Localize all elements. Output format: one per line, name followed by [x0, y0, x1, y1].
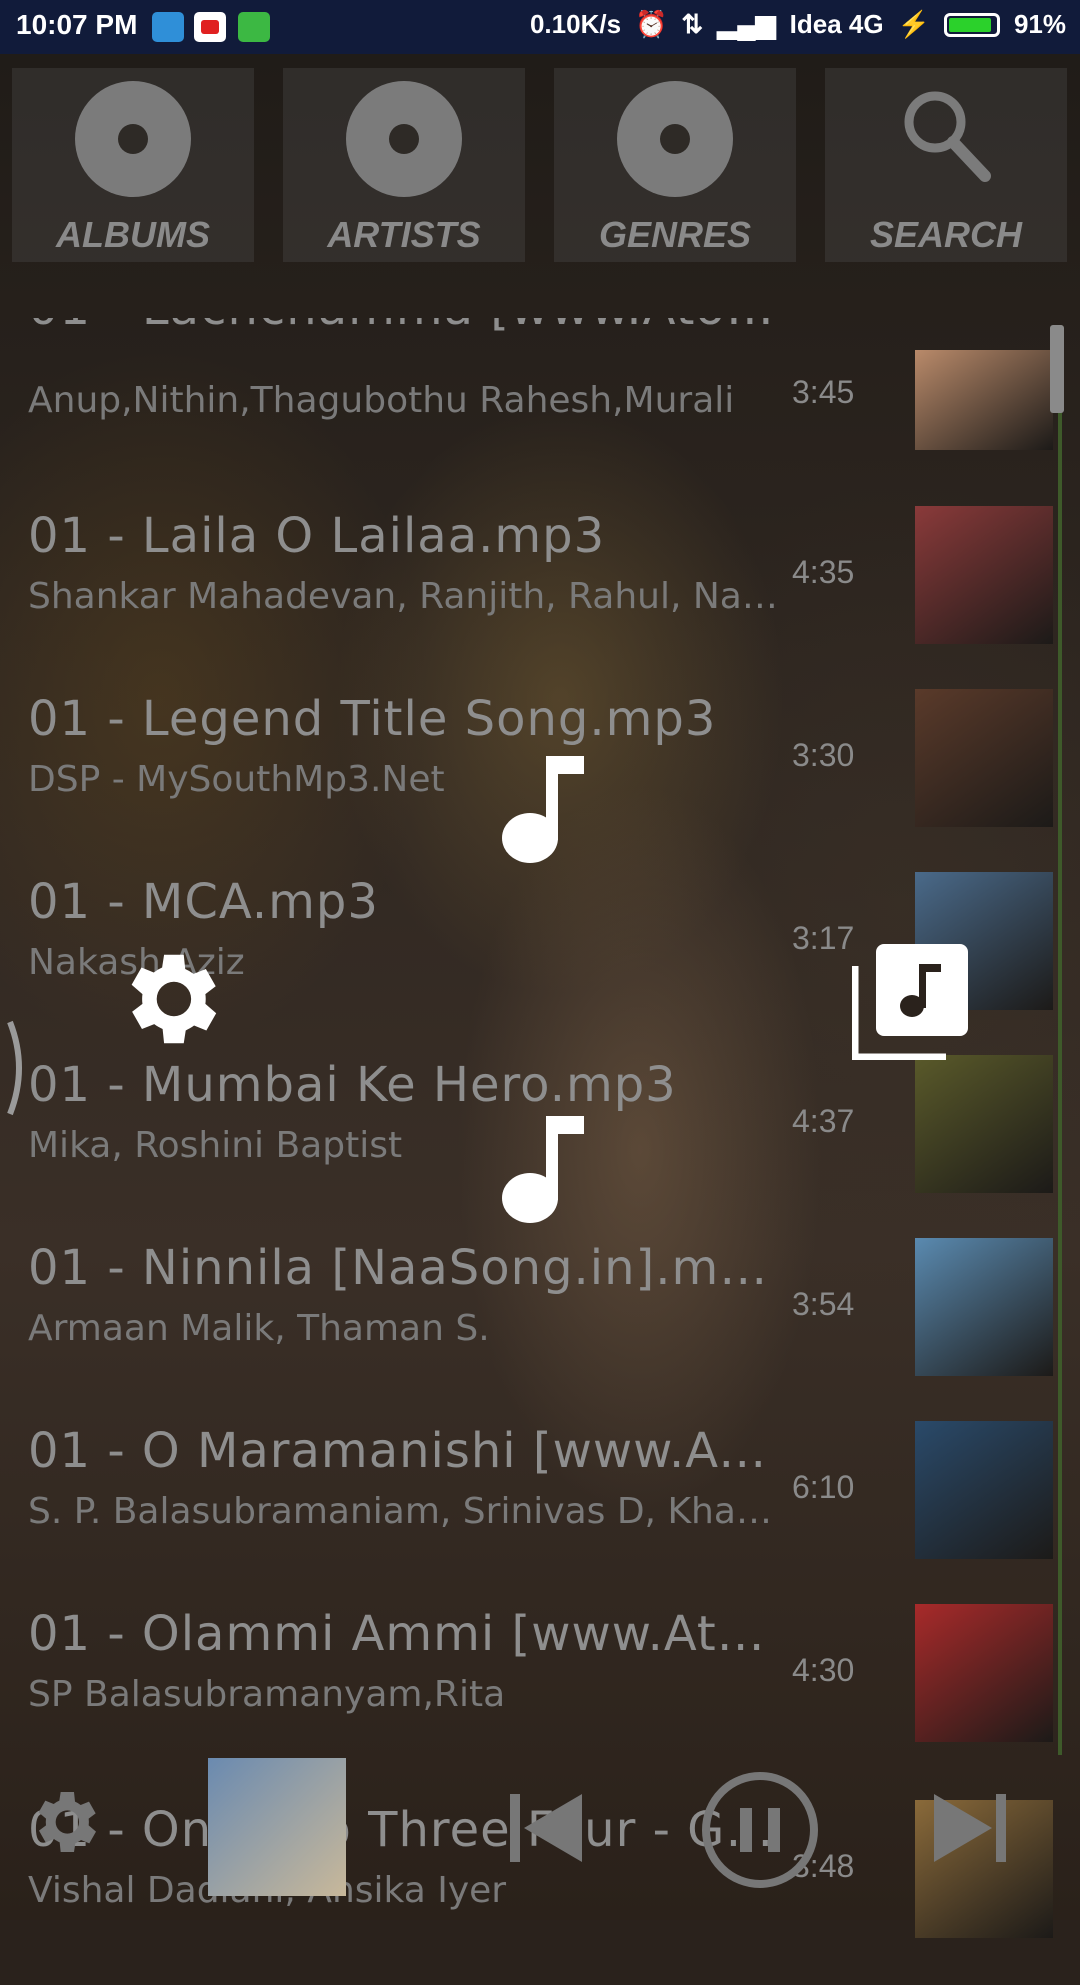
genres-tab[interactable]: GENRES [554, 68, 796, 262]
song-item[interactable]: 01 - Ninnila [NaaSong.in].mp3 Armaan Mal… [0, 1238, 1060, 1423]
song-artist: SP Balasubramanyam,Rita [28, 1674, 506, 1715]
song-artist: Mika, Roshini Baptist [28, 1125, 403, 1166]
mini-player: 01 - One Two Three Four - Get... Vishal … [0, 1758, 1080, 1938]
song-artist: DSP - MySouthMp3.Net [28, 759, 445, 800]
alarm-icon: ⏰ [635, 9, 668, 39]
top-navigation: ALBUMS ARTISTS GENRES SEARCH [12, 68, 1068, 262]
music-note-icon[interactable] [500, 1112, 584, 1226]
search-label: SEARCH [869, 214, 1022, 255]
song-duration: 6:10 [792, 1469, 855, 1505]
song-item[interactable]: 01 - Laila O Lailaa.mp3 Shankar Mahadeva… [0, 506, 1060, 691]
status-right: 0.10K/s ⏰ ⇅ ▂▄▆ Idea 4G ⚡ 91% [530, 9, 1066, 40]
song-duration: 4:30 [792, 1652, 855, 1688]
album-art [915, 1238, 1053, 1376]
status-bar: 10:07 PM 0.10K/s ⏰ ⇅ ▂▄▆ Idea 4G ⚡ 91% [0, 0, 1080, 54]
song-duration: 3:30 [792, 737, 855, 773]
song-title: 01 - One Two Three Four - Get... [28, 1802, 778, 1858]
song-duration: 3:54 [792, 1286, 855, 1322]
now-playing-art[interactable] [208, 1758, 346, 1896]
albums-label: ALBUMS [56, 214, 210, 255]
signal-icon: ▂▄▆ [717, 9, 776, 39]
music-library-icon[interactable] [852, 942, 970, 1060]
android-icon [238, 12, 270, 42]
album-art [915, 1421, 1053, 1559]
album-art [915, 1055, 1053, 1193]
song-artist: S. P. Balasubramaniam, Srinivas D, Khati… [28, 1491, 783, 1532]
status-time: 10:07 PM [16, 9, 138, 40]
album-art [915, 689, 1053, 827]
song-artist: Shankar Mahadevan, Ranjith, Rahul, Navee… [28, 576, 783, 617]
genres-label: GENRES [598, 214, 752, 255]
song-duration: 4:35 [792, 554, 855, 590]
net-speed: 0.10K/s [529, 9, 622, 39]
search-icon [904, 91, 991, 182]
skip-next-icon[interactable] [930, 1788, 1010, 1868]
gear-icon[interactable] [24, 1782, 104, 1862]
disc-icon [346, 81, 462, 197]
song-duration: 3:17 [792, 920, 855, 956]
song-title: 01 - Lachchamma [www.AtoZmp... [28, 318, 778, 336]
battery-icon [943, 12, 1000, 37]
pause-icon[interactable] [700, 1770, 820, 1890]
song-title: 01 - Ninnila [NaaSong.in].mp3 [28, 1240, 778, 1296]
youtube-icon [194, 12, 226, 42]
battery-percent: 91% [1013, 9, 1066, 39]
song-title: 01 - O Maramanishi [www.AtoZ... [28, 1423, 778, 1479]
drawer-handle-icon[interactable] [6, 1020, 28, 1116]
song-duration: 3:45 [792, 374, 855, 410]
search-tab[interactable]: SEARCH [825, 68, 1067, 262]
carrier: Idea 4G [789, 9, 884, 39]
song-duration: 4:37 [792, 1103, 855, 1139]
disc-icon [75, 81, 191, 197]
gear-icon[interactable] [110, 940, 228, 1058]
album-art [915, 350, 1053, 450]
artists-label: ARTISTS [327, 214, 481, 255]
disc-icon [617, 81, 733, 197]
artists-tab[interactable]: ARTISTS [283, 68, 525, 262]
album-art [915, 506, 1053, 644]
albums-tab[interactable]: ALBUMS [12, 68, 254, 262]
song-title: 01 - Laila O Lailaa.mp3 [28, 508, 606, 564]
song-item[interactable]: 01 - Olammi Ammi [www.AtoZmp... SP Balas… [0, 1604, 1060, 1758]
data-activity-icon: ⇅ [681, 9, 704, 39]
music-note-icon[interactable] [500, 752, 584, 866]
song-artist: Vishal Dadlani, Ansika Iyer [28, 1870, 507, 1911]
song-title: 01 - Legend Title Song.mp3 [28, 691, 717, 747]
song-artist: Armaan Malik, Thaman S. [28, 1308, 490, 1349]
album-art [915, 1604, 1053, 1742]
song-title: 01 - Olammi Ammi [www.AtoZmp... [28, 1606, 778, 1662]
song-title: 01 - MCA.mp3 [28, 874, 379, 930]
charging-icon: ⚡ [897, 9, 930, 39]
song-artist: Anup,Nithin,Thagubothu Rahesh,Murali [28, 380, 735, 421]
song-item[interactable]: 01 - Lachchamma [www.AtoZmp... Anup,Nith… [0, 318, 1060, 493]
skip-previous-icon[interactable] [506, 1788, 586, 1868]
scrollbar-thumb[interactable] [1050, 325, 1064, 413]
usb-icon [152, 12, 184, 42]
song-title: 01 - Mumbai Ke Hero.mp3 [28, 1057, 677, 1113]
song-item[interactable]: 01 - O Maramanishi [www.AtoZ... S. P. Ba… [0, 1421, 1060, 1606]
scrollbar-track [1058, 325, 1062, 1755]
